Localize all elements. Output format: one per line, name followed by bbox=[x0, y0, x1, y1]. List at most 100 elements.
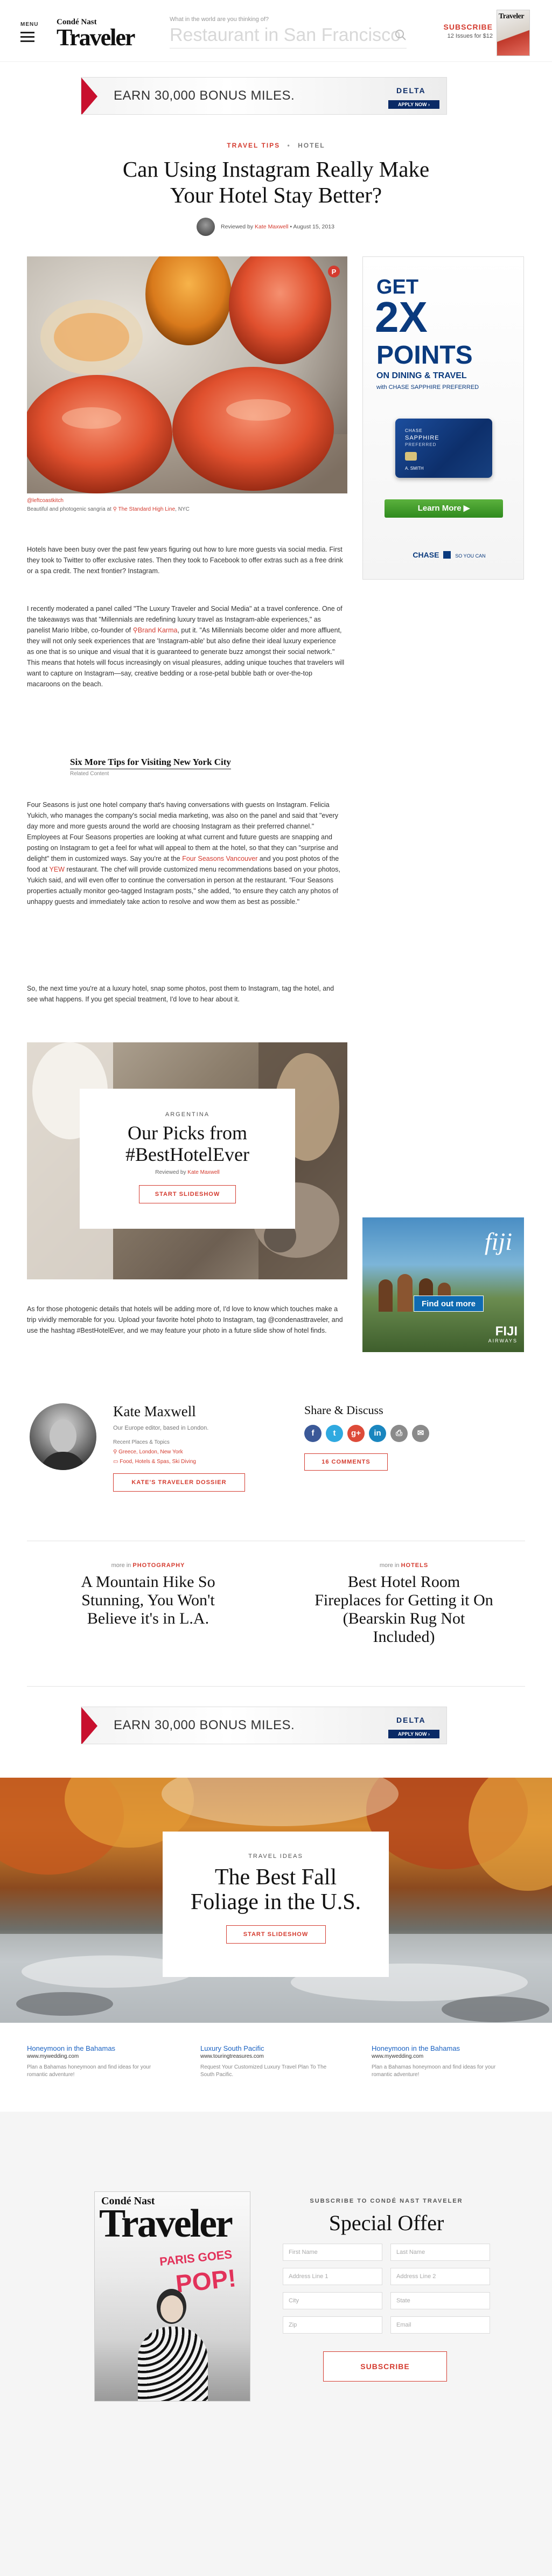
sponsored-title[interactable]: Luxury South Pacific bbox=[200, 2044, 340, 2052]
logo-wordmark: Traveler bbox=[57, 24, 135, 51]
more-in-hotels[interactable]: more in HOTELS Best Hotel Room Fireplace… bbox=[294, 1562, 514, 1646]
sponsored-desc: Plan a Bahamas honeymoon and find ideas … bbox=[27, 2064, 151, 2078]
address-line-1-input[interactable]: Address Line 1 bbox=[283, 2268, 382, 2285]
magazine-cover-thumb[interactable]: Traveler bbox=[497, 10, 530, 56]
subscribe-button[interactable]: SUBSCRIBE bbox=[323, 2351, 447, 2382]
print-icon[interactable]: ⎙ bbox=[390, 1425, 408, 1442]
author-topics: ▭ Food, Hotels & Spas, Ski Diving bbox=[113, 1459, 196, 1465]
more-category-link[interactable]: HOTELS bbox=[401, 1562, 429, 1569]
sponsored-link-3[interactable]: Honeymoon in the Bahamas www.mywedding.c… bbox=[372, 2044, 512, 2079]
subscribe-label: SUBSCRIBE bbox=[443, 23, 493, 31]
slideshow-byline-author[interactable]: Kate Maxwell bbox=[187, 1169, 219, 1175]
subsection-link[interactable]: HOTEL bbox=[298, 142, 325, 149]
start-slideshow-button[interactable]: START SLIDESHOW bbox=[139, 1185, 236, 1203]
ad-banner-mid[interactable]: EARN 30,000 BONUS MILES. DELTA APPLY NOW… bbox=[81, 1707, 447, 1744]
author-topics-links[interactable]: Food, Hotels & Spas, Ski Diving bbox=[120, 1459, 196, 1465]
subscribe-link[interactable]: SUBSCRIBE 12 Issues for $12 bbox=[434, 23, 493, 39]
ad-chase-sidebar[interactable]: GET 2X POINTS ON DINING & TRAVEL with CH… bbox=[362, 256, 524, 580]
ad-apply-button[interactable]: APPLY NOW › bbox=[388, 1730, 439, 1738]
related-title[interactable]: Six More Tips for Visiting New York City bbox=[70, 757, 231, 769]
slideshow-byline: Reviewed by Kate Maxwell bbox=[80, 1169, 295, 1175]
subscribe-kicker: SUBSCRIBE TO CONDÉ NAST TRAVELER bbox=[310, 2198, 463, 2204]
sponsored-url[interactable]: www.mywedding.com bbox=[372, 2053, 512, 2059]
four-seasons-link[interactable]: Four Seasons Vancouver bbox=[182, 855, 257, 862]
comments-button[interactable]: 16 COMMENTS bbox=[304, 1453, 388, 1471]
svg-text:P: P bbox=[332, 268, 337, 276]
sponsored-url[interactable]: www.mywedding.com bbox=[27, 2053, 167, 2059]
slideshow-title-line-2: #BestHotelEver bbox=[125, 1144, 249, 1165]
author-name[interactable]: Kate Maxwell bbox=[113, 1403, 196, 1420]
subscribe-section: Condé Nast Traveler PARIS GOES POP! SUBS… bbox=[0, 2112, 552, 2576]
more-title[interactable]: A Mountain Hike So Stunning, You Won't B… bbox=[38, 1573, 258, 1628]
more-title-line: Fireplaces for Getting it On bbox=[315, 1591, 493, 1609]
search-icon[interactable] bbox=[395, 29, 407, 41]
author-avatar[interactable] bbox=[30, 1403, 96, 1470]
cover-model-illustration bbox=[132, 2283, 213, 2401]
byline-author-link[interactable]: Kate Maxwell bbox=[255, 224, 288, 230]
last-name-input[interactable]: Last Name bbox=[390, 2244, 490, 2261]
section-link[interactable]: TRAVEL TIPS bbox=[227, 142, 280, 149]
sponsored-desc: Request Your Customized Luxury Travel Pl… bbox=[200, 2064, 327, 2078]
state-select[interactable]: State bbox=[390, 2292, 490, 2309]
author-places: ⚲ Greece, London, New York bbox=[113, 1449, 183, 1455]
slideshow-title: Our Picks from #BestHotelEver bbox=[80, 1122, 295, 1165]
email-input[interactable]: Email bbox=[390, 2316, 490, 2334]
more-title-line: (Bearskin Rug Not bbox=[343, 1610, 465, 1627]
more-title[interactable]: Best Hotel Room Fireplaces for Getting i… bbox=[294, 1573, 514, 1646]
author-dossier-button[interactable]: KATE'S TRAVELER DOSSIER bbox=[113, 1473, 245, 1492]
more-category-link[interactable]: PHOTOGRAPHY bbox=[132, 1562, 185, 1569]
foliage-slideshow-button[interactable]: START SLIDESHOW bbox=[226, 1925, 326, 1944]
yew-link[interactable]: YEW bbox=[49, 866, 64, 873]
ad-text: EARN 30,000 BONUS MILES. bbox=[114, 88, 295, 103]
search-input[interactable]: Restaurant in San Francisco bbox=[170, 25, 407, 46]
email-icon[interactable]: ✉ bbox=[412, 1425, 429, 1442]
fiji-find-out-button[interactable]: Find out more bbox=[414, 1296, 484, 1312]
credit-card-image: CHASE SAPPHIRE PREFERRED A. SMITH bbox=[395, 419, 492, 478]
more-prefix: more in bbox=[111, 1562, 131, 1569]
fiji-airways-sub: AIRWAYS bbox=[488, 1338, 518, 1343]
ad-apply-button[interactable]: APPLY NOW › bbox=[388, 100, 439, 109]
sponsored-title[interactable]: Honeymoon in the Bahamas bbox=[372, 2044, 512, 2052]
site-logo[interactable]: Condé Nast Traveler bbox=[57, 18, 143, 51]
author-avatar-small[interactable] bbox=[197, 218, 215, 236]
google-plus-icon[interactable]: g+ bbox=[347, 1425, 365, 1442]
article-paragraph-5: As for those photogenic details that hot… bbox=[27, 1305, 343, 1334]
menu-button[interactable]: MENU bbox=[20, 22, 42, 46]
sponsored-link-2[interactable]: Luxury South Pacific www.touringtreasure… bbox=[200, 2044, 340, 2079]
first-name-input[interactable]: First Name bbox=[283, 2244, 382, 2261]
ad-text: EARN 30,000 BONUS MILES. bbox=[114, 1718, 295, 1732]
more-in-photography[interactable]: more in PHOTOGRAPHY A Mountain Hike So S… bbox=[38, 1562, 258, 1628]
author-bio: Our Europe editor, based in London. bbox=[113, 1425, 209, 1431]
ad-arrow-icon bbox=[81, 78, 97, 114]
caption-hotel-link[interactable]: The Standard High Line bbox=[118, 506, 176, 512]
more-title-line: Stunning, You Won't bbox=[81, 1591, 215, 1609]
related-content[interactable]: Six More Tips for Visiting New York City… bbox=[70, 757, 323, 777]
chase-learn-more-button[interactable]: Learn More ▶ bbox=[385, 499, 503, 518]
sponsored-link-1[interactable]: Honeymoon in the Bahamas www.mywedding.c… bbox=[27, 2044, 167, 2079]
author-places-links[interactable]: Greece, London, New York bbox=[118, 1449, 183, 1455]
brand-karma-link[interactable]: Brand Karma bbox=[138, 626, 178, 634]
search-prompt: What in the world are you thinking of? bbox=[170, 16, 269, 23]
twitter-icon[interactable]: t bbox=[326, 1425, 343, 1442]
caption-text: Beautiful and photogenic sangria at bbox=[27, 506, 111, 512]
subscribe-cover[interactable]: Condé Nast Traveler PARIS GOES POP! bbox=[94, 2191, 250, 2401]
ad-arrow-icon bbox=[81, 1707, 97, 1744]
ad-fiji[interactable]: fiji Find out more FIJI AIRWAYS bbox=[362, 1217, 524, 1352]
author-recent-label: Recent Places & Topics bbox=[113, 1439, 170, 1445]
photo-credit[interactable]: @leftcoastkitch bbox=[27, 498, 64, 504]
title-line-2: Your Hotel Stay Better? bbox=[170, 183, 382, 207]
address-line-2-input[interactable]: Address Line 2 bbox=[390, 2268, 490, 2285]
ad-banner-top[interactable]: EARN 30,000 BONUS MILES. DELTA APPLY NOW… bbox=[81, 77, 447, 115]
slideshow-feature[interactable]: ARGENTINA Our Picks from #BestHotelEver … bbox=[27, 1042, 347, 1279]
foliage-feature[interactable]: TRAVEL IDEAS The Best Fall Foliage in th… bbox=[0, 1778, 552, 2023]
search-box[interactable]: What in the world are you thinking of? R… bbox=[170, 16, 407, 48]
linkedin-icon[interactable]: in bbox=[369, 1425, 386, 1442]
byline-text: Reviewed by Kate Maxwell • August 15, 20… bbox=[221, 224, 334, 230]
sponsored-url[interactable]: www.touringtreasures.com bbox=[200, 2053, 340, 2059]
article-title: Can Using Instagram Really Make Your Hot… bbox=[0, 156, 552, 208]
facebook-icon[interactable]: f bbox=[304, 1425, 322, 1442]
zip-input[interactable]: Zip bbox=[283, 2316, 382, 2334]
city-input[interactable]: City bbox=[283, 2292, 382, 2309]
article-byline: Reviewed by Kate Maxwell • August 15, 20… bbox=[197, 218, 358, 237]
sponsored-title[interactable]: Honeymoon in the Bahamas bbox=[27, 2044, 167, 2052]
